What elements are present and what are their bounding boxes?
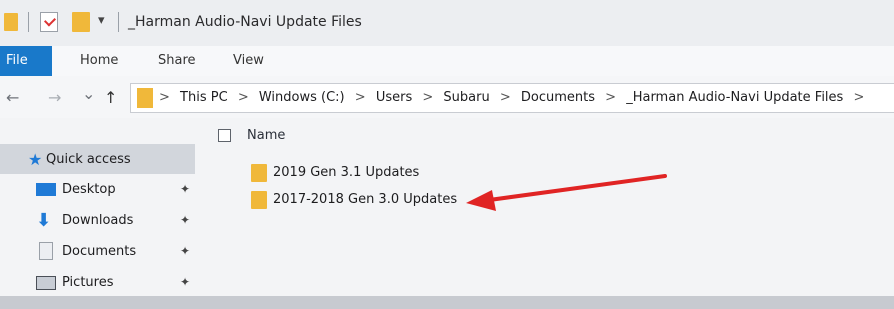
breadcrumb-users[interactable]: Users xyxy=(376,90,412,105)
sidebar-item-label: Pictures xyxy=(62,275,114,290)
properties-icon[interactable] xyxy=(40,12,58,32)
sidebar-item-label: Desktop xyxy=(62,182,116,197)
sidebar-item-downloads[interactable]: ⬇ Downloads ✦ xyxy=(0,205,200,235)
ribbon-tabs: File Home Share View xyxy=(0,46,894,77)
sidebar-item-documents[interactable]: Documents ✦ xyxy=(0,236,200,266)
window-title: _Harman Audio-Navi Update Files xyxy=(128,14,362,30)
breadcrumb-this-pc[interactable]: This PC xyxy=(180,90,228,105)
breadcrumb-windows-c[interactable]: Windows (C:) xyxy=(259,90,345,105)
back-button[interactable]: ← xyxy=(6,88,19,107)
breadcrumb: > This PC > Windows (C:) > Users > Subar… xyxy=(159,90,870,105)
breadcrumb-harman-folder[interactable]: _Harman Audio-Navi Update Files xyxy=(626,90,843,105)
document-icon xyxy=(39,242,53,260)
tab-share[interactable]: Share xyxy=(158,46,196,76)
list-item[interactable]: 2017-2018 Gen 3.0 Updates xyxy=(247,189,487,213)
new-folder-icon[interactable] xyxy=(72,12,90,32)
breadcrumb-separator[interactable]: > xyxy=(355,90,366,105)
sidebar-item-quick-access[interactable]: ★ Quick access xyxy=(0,144,195,174)
pin-icon[interactable]: ✦ xyxy=(180,244,190,258)
breadcrumb-documents[interactable]: Documents xyxy=(521,90,595,105)
recent-locations-button[interactable]: ⌄ xyxy=(82,84,95,103)
desktop-icon xyxy=(36,183,56,196)
tab-view[interactable]: View xyxy=(233,46,264,76)
list-item[interactable]: 2019 Gen 3.1 Updates xyxy=(247,162,487,186)
breadcrumb-separator[interactable]: > xyxy=(500,90,511,105)
star-icon: ★ xyxy=(28,150,43,169)
address-bar[interactable]: > This PC > Windows (C:) > Users > Subar… xyxy=(130,83,894,113)
file-explorer-window: ▾ _Harman Audio-Navi Update Files File H… xyxy=(0,0,894,309)
folder-icon xyxy=(137,88,153,108)
breadcrumb-separator[interactable]: > xyxy=(238,90,249,105)
breadcrumb-separator[interactable]: > xyxy=(422,90,433,105)
folder-icon xyxy=(251,191,267,209)
pin-icon[interactable]: ✦ xyxy=(180,275,190,289)
breadcrumb-separator[interactable]: > xyxy=(605,90,616,105)
pin-icon[interactable]: ✦ xyxy=(180,213,190,227)
sidebar-item-label: Downloads xyxy=(62,213,134,228)
divider xyxy=(28,12,29,32)
sidebar-item-label: Quick access xyxy=(46,152,131,167)
breadcrumb-separator[interactable]: > xyxy=(853,90,864,105)
breadcrumb-separator: > xyxy=(159,90,170,105)
tab-home[interactable]: Home xyxy=(80,46,118,76)
pictures-icon xyxy=(36,276,56,290)
file-list: Name 2019 Gen 3.1 Updates 2017-2018 Gen … xyxy=(205,118,894,309)
forward-button[interactable]: → xyxy=(48,88,61,107)
sidebar-item-label: Documents xyxy=(62,244,137,259)
pin-icon[interactable]: ✦ xyxy=(180,182,190,196)
column-header-name[interactable]: Name xyxy=(247,128,285,143)
divider xyxy=(118,12,119,32)
file-name: 2019 Gen 3.1 Updates xyxy=(273,165,420,180)
title-bar: ▾ _Harman Audio-Navi Update Files xyxy=(0,0,894,46)
navigation-pane: ★ Quick access Desktop ✦ ⬇ Downloads ✦ D… xyxy=(0,118,205,309)
download-icon: ⬇ xyxy=(36,210,52,231)
breadcrumb-subaru[interactable]: Subaru xyxy=(443,90,489,105)
navigation-bar: ← → ⌄ ↑ > This PC > Windows (C:) > Users… xyxy=(0,76,894,118)
up-button[interactable]: ↑ xyxy=(104,88,117,107)
sidebar-item-desktop[interactable]: Desktop ✦ xyxy=(0,174,200,204)
window-bottom-edge xyxy=(0,296,894,309)
sidebar-item-pictures[interactable]: Pictures ✦ xyxy=(0,267,200,297)
folder-icon xyxy=(251,164,267,182)
select-all-checkbox[interactable] xyxy=(218,129,231,142)
tab-file[interactable]: File xyxy=(0,46,52,76)
folder-icon xyxy=(4,13,18,31)
file-name: 2017-2018 Gen 3.0 Updates xyxy=(273,192,458,207)
customize-toolbar-dropdown[interactable]: ▾ xyxy=(98,13,105,28)
